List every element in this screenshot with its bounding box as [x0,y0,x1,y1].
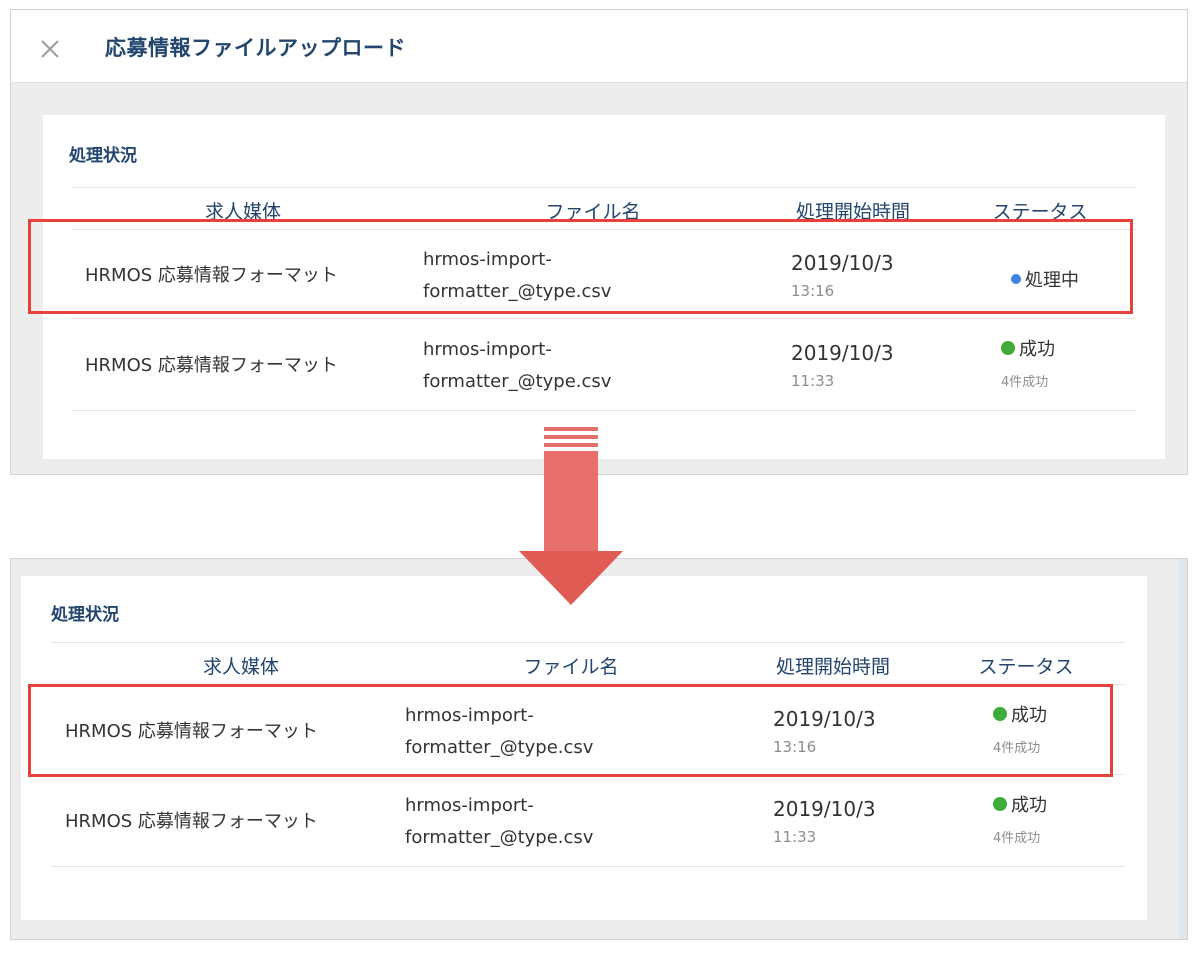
divider [71,410,1137,411]
column-header-medium: 求人媒体 [202,656,279,678]
filename-line1: hrmos-import- [423,339,552,360]
status-detail: 4件成功 [1001,375,1049,390]
column-header-status: ステータス [978,656,1074,678]
medium-cell: HRMOS 応募情報フォーマット [65,721,318,742]
filename-line2: formatter_@type.csv [405,737,594,758]
modal-header: 応募情報ファイルアップロード [11,10,1187,83]
start-date: 2019/10/3 [773,707,876,731]
upload-modal-before: 応募情報ファイルアップロード 処理状況 求人媒体 ファイル名 処理開始時間 ステ… [10,9,1188,475]
status-dot-icon [993,797,1007,811]
status-detail: 4件成功 [993,831,1041,846]
status-dot-icon [1001,341,1015,355]
medium-cell: HRMOS 応募情報フォーマット [65,811,318,832]
start-time: 11:33 [773,828,817,846]
filename-line2: formatter_@type.csv [405,827,594,848]
filename-line2: formatter_@type.csv [423,281,612,302]
divider [71,229,1137,230]
processing-status-card: 処理状況 求人媒体 ファイル名 処理開始時間 ステータス HRMOS 応募情報フ… [43,115,1165,459]
column-header-filename: ファイル名 [523,656,619,678]
modal-title: 応募情報ファイルアップロード [105,36,406,60]
upload-modal-after: 処理状況 求人媒体 ファイル名 処理開始時間 ステータス HRMOS 応募情報フ… [10,558,1188,940]
start-time: 11:33 [791,372,835,390]
status-detail: 4件成功 [993,741,1041,756]
start-date: 2019/10/3 [791,341,894,365]
status-dot-icon [1011,274,1021,284]
column-header-status: ステータス [992,201,1088,223]
divider [71,318,1137,319]
status-label: 成功 [1011,795,1047,816]
divider [51,642,1125,643]
status-badge: 成功 [1001,335,1055,361]
medium-cell: HRMOS 応募情報フォーマット [85,265,338,286]
start-time: 13:16 [773,738,817,756]
status-badge: 成功 [993,791,1047,817]
status-label: 成功 [1011,705,1047,726]
filename-line2: formatter_@type.csv [423,371,612,392]
column-header-start-time: 処理開始時間 [795,201,910,223]
close-icon[interactable] [38,37,62,61]
divider [51,774,1125,775]
column-header-start-time: 処理開始時間 [775,656,890,678]
status-badge: 成功 [993,701,1047,727]
status-dot-icon [993,707,1007,721]
filename-line1: hrmos-import- [405,795,534,816]
status-badge: 処理中 [1011,266,1079,292]
status-label: 成功 [1019,339,1055,360]
down-arrow-icon [519,427,623,605]
section-title: 処理状況 [69,146,137,166]
start-time: 13:16 [791,282,835,300]
processing-status-card: 処理状況 求人媒体 ファイル名 処理開始時間 ステータス HRMOS 応募情報フ… [21,576,1147,920]
divider [51,866,1125,867]
filename-line1: hrmos-import- [423,249,552,270]
column-header-filename: ファイル名 [545,201,641,223]
start-date: 2019/10/3 [773,797,876,821]
status-label: 処理中 [1025,270,1079,291]
column-header-medium: 求人媒体 [204,201,281,223]
filename-line1: hrmos-import- [405,705,534,726]
section-title: 処理状況 [51,605,119,625]
start-date: 2019/10/3 [791,251,894,275]
medium-cell: HRMOS 応募情報フォーマット [85,355,338,376]
divider [51,684,1125,685]
divider [71,187,1137,188]
scrollbar[interactable] [1179,559,1187,939]
